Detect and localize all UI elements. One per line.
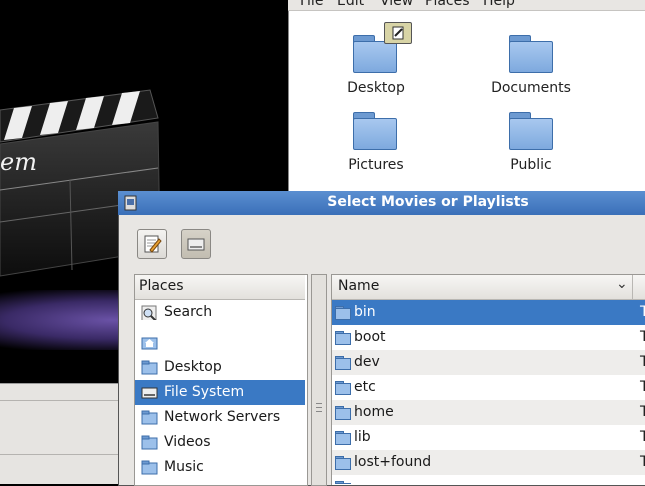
emblem-icon xyxy=(384,22,412,44)
drive-icon xyxy=(187,238,205,251)
drive-icon xyxy=(141,387,158,399)
chevron-down-icon[interactable]: ⌄ xyxy=(616,276,628,292)
places-item-network-servers[interactable]: Network Servers xyxy=(135,405,305,430)
file-row[interactable] xyxy=(332,475,645,484)
file-row[interactable]: boot T xyxy=(332,325,645,350)
menu-view[interactable]: View xyxy=(380,0,413,9)
folder-icon xyxy=(335,431,351,445)
icon-label-documents[interactable]: Documents xyxy=(466,80,596,96)
menu-help[interactable]: Help xyxy=(483,0,515,9)
places-item-videos[interactable]: Videos xyxy=(135,430,305,455)
pane-splitter[interactable] xyxy=(311,274,327,486)
file-row[interactable]: dev T xyxy=(332,350,645,375)
folder-icon xyxy=(141,460,158,475)
places-item-search[interactable]: Search xyxy=(135,300,305,325)
search-icon xyxy=(141,305,157,320)
folder-icon xyxy=(335,381,351,395)
folder-icon[interactable] xyxy=(509,112,553,150)
file-row[interactable]: bin T xyxy=(332,300,645,325)
places-item-music[interactable]: Music xyxy=(135,455,305,480)
places-item-file-system[interactable]: File System xyxy=(135,380,305,405)
filesystem-path-button[interactable] xyxy=(181,229,211,259)
menu-places[interactable]: Places xyxy=(425,0,470,9)
file-row[interactable]: etc T xyxy=(332,375,645,400)
home-icon xyxy=(141,337,158,350)
icon-label-desktop[interactable]: Desktop xyxy=(311,80,441,96)
folder-icon xyxy=(335,456,351,470)
dialog-titlebar[interactable]: Select Movies or Playlists xyxy=(118,191,645,215)
places-item-home[interactable] xyxy=(135,330,305,355)
folder-icon xyxy=(335,356,351,370)
folder-icon xyxy=(141,435,158,450)
name-column-header[interactable]: Name ⌄ xyxy=(332,275,645,300)
folder-icon xyxy=(335,331,351,345)
file-row[interactable]: lost+found T xyxy=(332,450,645,475)
folder-icon[interactable] xyxy=(509,35,553,73)
icon-label-pictures[interactable]: Pictures xyxy=(311,157,441,173)
name-header-label: Name xyxy=(338,278,380,294)
menu-edit[interactable]: Edit xyxy=(337,0,364,9)
places-item-desktop[interactable]: Desktop xyxy=(135,355,305,380)
file-manager-menubar: File Edit View Places Help xyxy=(288,0,645,11)
dialog-title: Select Movies or Playlists xyxy=(327,194,529,210)
type-filename-button[interactable] xyxy=(137,229,167,259)
places-column-header[interactable]: Places xyxy=(135,275,305,300)
network-icon xyxy=(141,410,158,425)
file-row[interactable]: lib T xyxy=(332,425,645,450)
icon-label-public[interactable]: Public xyxy=(466,157,596,173)
desktop-icon xyxy=(141,360,158,375)
folder-icon xyxy=(335,406,351,420)
menu-file[interactable]: File xyxy=(300,0,323,9)
file-row[interactable]: home T xyxy=(332,400,645,425)
folder-icon[interactable] xyxy=(353,112,397,150)
clapper-text: em xyxy=(0,148,37,176)
edit-icon xyxy=(144,235,162,253)
places-header-label: Places xyxy=(139,278,184,294)
folder-icon xyxy=(335,306,351,320)
